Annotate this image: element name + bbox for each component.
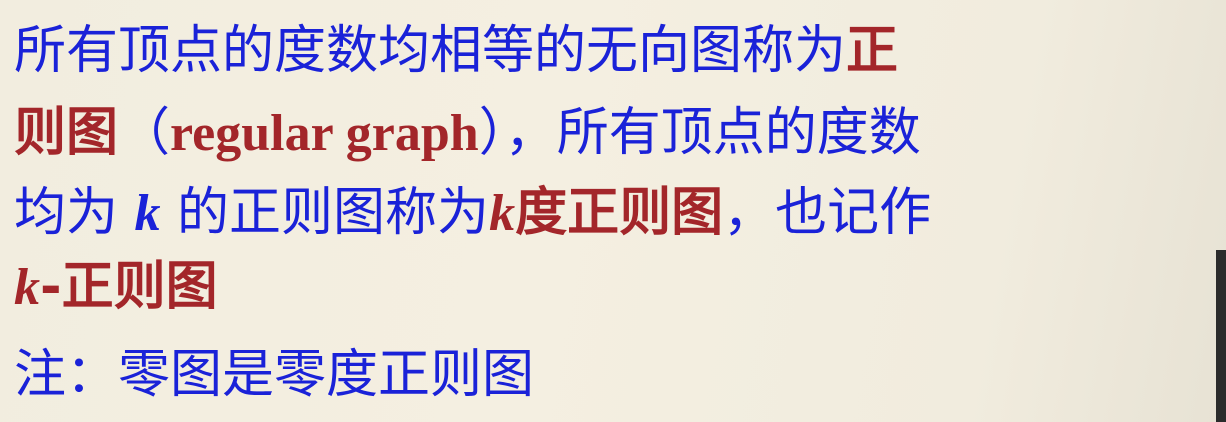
paren-close: ）: [478, 103, 505, 163]
variable-k-term: k: [14, 259, 40, 316]
definition-text: 均为: [14, 183, 135, 243]
definition-line-3: 均为 k 的正则图称为k度正则图，也记作: [14, 180, 931, 247]
definition-line-1: 所有顶点的度数均相等的无向图称为正: [14, 18, 898, 84]
definition-line-2: 则图（regular graph），所有顶点的度数: [14, 100, 921, 167]
note-line: 注：零图是零度正则图: [14, 342, 534, 408]
english-term: regular graph: [170, 105, 479, 162]
screen-edge: [1216, 250, 1226, 422]
definition-text: 的正则图称为: [160, 183, 490, 243]
term-highlight: 度正则图: [515, 183, 724, 243]
definition-text: 所有顶点的度数均相等的无向图称为: [14, 21, 847, 81]
paren-open: （: [118, 103, 171, 163]
term-highlight: 则图: [14, 103, 119, 163]
slide-content: 所有顶点的度数均相等的无向图称为正 则图（regular graph），所有顶点…: [0, 0, 1226, 422]
definition-line-4: k-正则图: [14, 254, 218, 321]
variable-k-term: k: [489, 185, 516, 242]
variable-k: k: [134, 185, 161, 242]
term-highlight: 正: [846, 21, 899, 81]
term-highlight: -正则图: [40, 257, 218, 317]
note-text: 注：零图是零度正则图: [14, 345, 535, 405]
definition-text: 所有顶点的度数: [556, 103, 921, 163]
definition-text: ，也记作: [723, 183, 932, 243]
comma: ，: [504, 103, 557, 163]
